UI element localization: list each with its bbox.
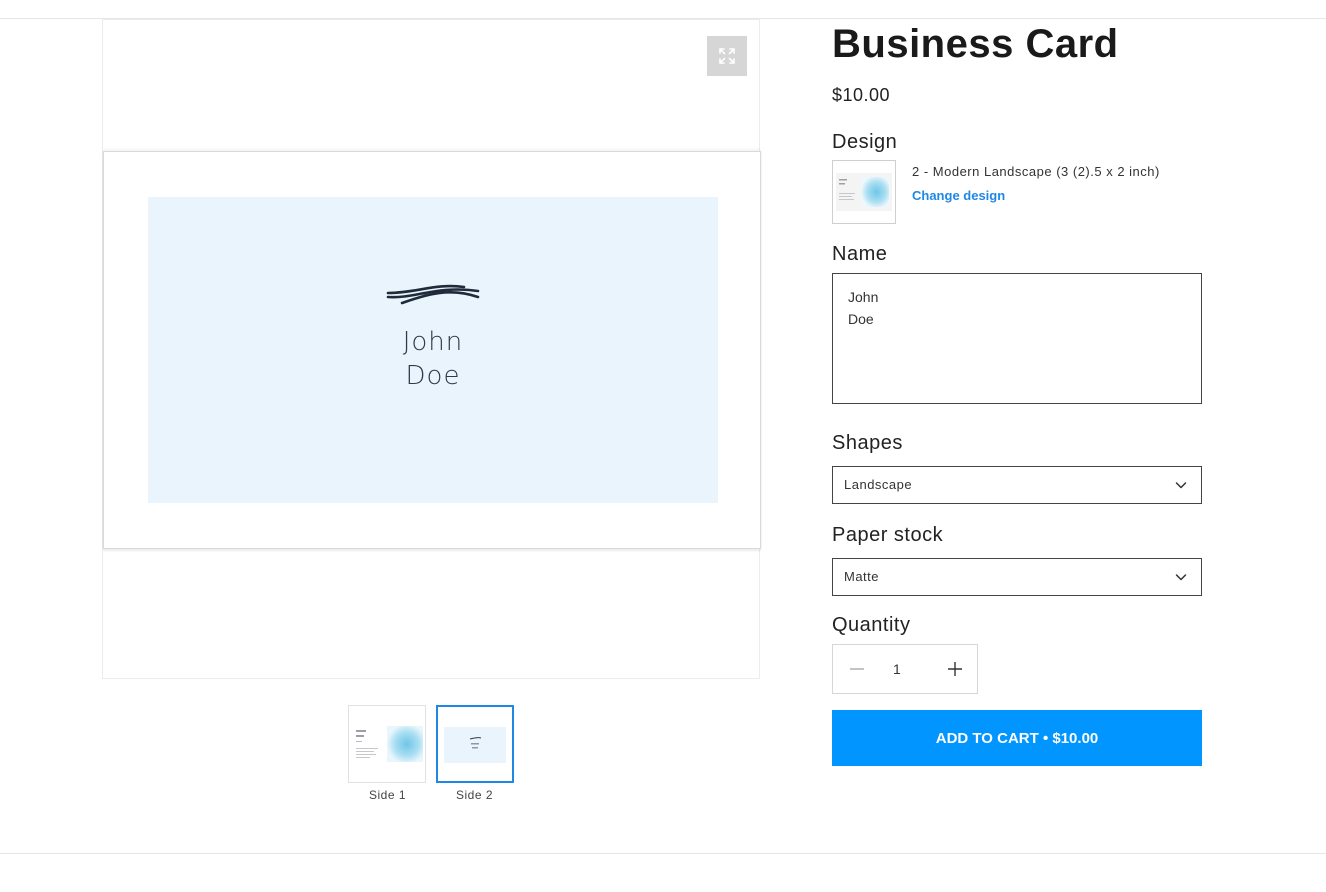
design-preview-image: [836, 173, 892, 211]
quantity-input[interactable]: 1: [893, 661, 901, 677]
card-name-line1: John: [402, 327, 464, 357]
product-preview: John Doe: [102, 19, 761, 679]
quantity-label: Quantity: [832, 614, 911, 636]
card-name-line2: Doe: [405, 361, 461, 391]
chevron-down-icon: [1175, 574, 1187, 581]
paper-stock-label: Paper stock: [832, 524, 944, 546]
side-1-preview-image: [356, 726, 423, 762]
fullscreen-button[interactable]: [707, 36, 747, 76]
wave-logo-icon: [386, 284, 480, 305]
quantity-decrease-button[interactable]: [843, 655, 871, 683]
design-thumbnail[interactable]: [832, 160, 896, 224]
card-preview-frame: John Doe: [103, 151, 761, 549]
product-price: $10.00: [832, 85, 891, 105]
change-design-link[interactable]: Change design: [912, 188, 1005, 203]
plus-icon: [948, 662, 962, 676]
product-title: Business Card: [832, 22, 1119, 66]
side-2-preview-image: [444, 727, 506, 763]
card-face: John Doe: [148, 197, 718, 503]
paper-stock-select[interactable]: Matte: [832, 558, 1202, 596]
thumbnail-side-2[interactable]: [436, 705, 514, 783]
thumbnail-label-side-2: Side 2: [456, 788, 494, 802]
thumbnail-label-side-1: Side 1: [369, 788, 407, 802]
shapes-select[interactable]: Landscape: [832, 466, 1202, 504]
name-label: Name: [832, 243, 888, 265]
name-textarea[interactable]: John Doe: [832, 273, 1202, 404]
design-name: 2 - Modern Landscape (3 (2).5 x 2 inch): [912, 164, 1160, 179]
thumbnail-side-1[interactable]: [348, 705, 426, 783]
shapes-selected-value: Landscape: [844, 477, 913, 492]
paper-stock-selected-value: Matte: [844, 569, 880, 584]
card-name-text: John Doe: [148, 325, 718, 393]
quantity-increase-button[interactable]: [941, 655, 969, 683]
minus-icon: [850, 668, 864, 670]
add-to-cart-button[interactable]: ADD TO CART • $10.00: [832, 710, 1202, 766]
quantity-stepper: 1: [832, 644, 978, 694]
expand-icon: [719, 48, 735, 64]
chevron-down-icon: [1175, 482, 1187, 489]
bottom-divider: [0, 853, 1326, 854]
design-label: Design: [832, 131, 898, 153]
shapes-label: Shapes: [832, 432, 903, 454]
